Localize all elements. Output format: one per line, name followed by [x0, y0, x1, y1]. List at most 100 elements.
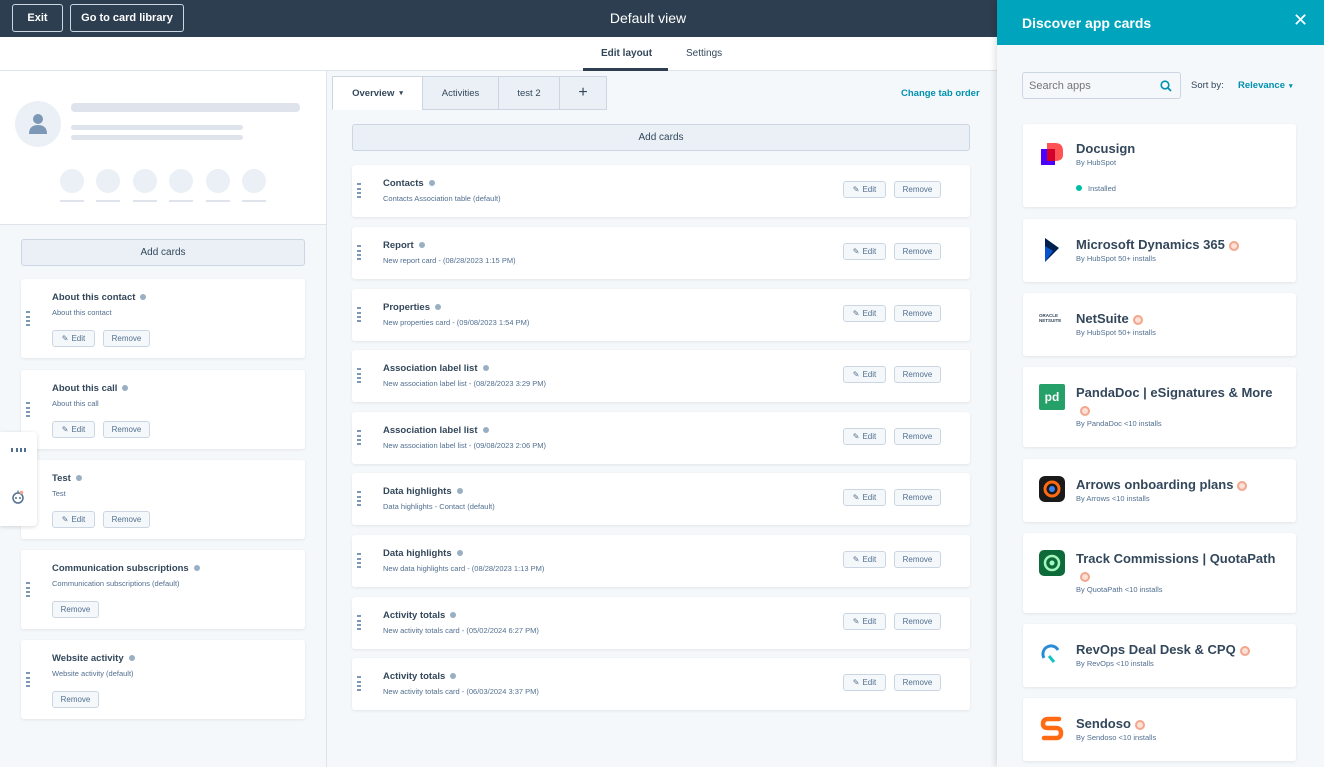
drag-handle[interactable] [357, 553, 361, 568]
certified-badge-icon [1132, 314, 1143, 325]
drag-handle[interactable] [26, 311, 30, 326]
drag-handle[interactable] [26, 402, 30, 417]
drag-handle[interactable] [357, 430, 361, 445]
go-to-card-library-button[interactable]: Go to card library [70, 4, 184, 32]
center-card: Association label list New association l… [352, 350, 970, 402]
remove-button[interactable]: Remove [894, 674, 941, 691]
pencil-icon: ✎ [61, 334, 69, 343]
edit-button[interactable]: ✎ Edit [843, 243, 886, 260]
app-name: Track Commissions | QuotaPath [1076, 550, 1276, 584]
pencil-icon: ✎ [61, 515, 69, 524]
microsoft-dynamics-logo-icon [1045, 238, 1059, 262]
remove-button[interactable]: Remove [894, 366, 941, 383]
card-title: Activity totals [383, 671, 457, 682]
skeleton-line [60, 200, 84, 202]
drag-handle[interactable] [357, 307, 361, 322]
info-icon[interactable] [435, 304, 441, 311]
app-card[interactable]: Microsoft Dynamics 365 By HubSpot 50+ in… [1023, 219, 1296, 282]
drag-handle[interactable] [357, 368, 361, 383]
edit-button[interactable]: ✎ Edit [843, 489, 886, 506]
app-card[interactable]: Track Commissions | QuotaPath By QuotaPa… [1023, 533, 1296, 613]
info-icon[interactable] [456, 550, 463, 557]
info-icon[interactable] [122, 385, 129, 392]
center-card: Report New report card - (08/28/2023 1:1… [352, 227, 970, 279]
app-publisher: By Sendoso <10 installs [1076, 733, 1157, 742]
skeleton-line [206, 200, 230, 202]
info-icon[interactable] [193, 565, 200, 572]
app-card[interactable]: RevOps Deal Desk & CPQ By RevOps <10 ins… [1023, 624, 1296, 687]
drag-handle[interactable] [357, 676, 361, 691]
search-icon[interactable] [1160, 80, 1172, 92]
exit-button[interactable]: Exit [12, 4, 63, 32]
remove-button[interactable]: Remove [52, 691, 99, 708]
drag-handle[interactable] [26, 672, 30, 687]
sort-dropdown[interactable]: Relevance ▾ [1238, 80, 1293, 91]
remove-button[interactable]: Remove [103, 421, 150, 438]
drag-handle[interactable] [26, 582, 30, 597]
pencil-icon: ✎ [852, 432, 860, 441]
drag-handle[interactable] [357, 491, 361, 506]
pencil-icon: ✎ [852, 555, 860, 564]
edit-button[interactable]: ✎ Edit [52, 421, 95, 438]
edit-button[interactable]: ✎ Edit [843, 305, 886, 322]
drag-handle[interactable] [357, 245, 361, 260]
info-icon[interactable] [418, 242, 425, 249]
tab-test-2[interactable]: test 2 [498, 76, 560, 110]
info-icon[interactable] [128, 655, 135, 662]
remove-button[interactable]: Remove [894, 551, 941, 568]
remove-button[interactable]: Remove [894, 243, 941, 260]
info-icon[interactable] [75, 475, 82, 482]
info-icon[interactable] [140, 294, 147, 301]
edit-button[interactable]: ✎ Edit [843, 613, 886, 630]
edit-button[interactable]: ✎ Edit [52, 511, 95, 528]
close-icon[interactable]: ✕ [1293, 10, 1308, 31]
app-name: RevOps Deal Desk & CPQ [1076, 641, 1250, 658]
app-card[interactable]: Docusign By HubSpot Installed [1023, 124, 1296, 207]
center-card: Data highlights New data highlights card… [352, 535, 970, 587]
edit-button[interactable]: ✎ Edit [843, 674, 886, 691]
tab-edit-layout[interactable]: Edit layout [601, 48, 652, 59]
app-card[interactable]: Sendoso By Sendoso <10 installs [1023, 698, 1296, 761]
center-card: Contacts Contacts Association table (def… [352, 165, 970, 217]
info-icon[interactable] [482, 427, 489, 434]
remove-button[interactable]: Remove [894, 181, 941, 198]
remove-button[interactable]: Remove [103, 330, 150, 347]
drag-handle[interactable] [357, 615, 361, 630]
tab-activities[interactable]: Activities [422, 76, 499, 110]
app-card[interactable]: ORACLE NETSUITE NetSuite By HubSpot 50+ … [1023, 293, 1296, 356]
app-publisher: By Arrows <10 installs [1076, 494, 1150, 503]
change-tab-order-link[interactable]: Change tab order [901, 88, 980, 99]
center-card: Association label list New association l… [352, 412, 970, 464]
remove-button[interactable]: Remove [52, 601, 99, 618]
tab-settings[interactable]: Settings [686, 48, 722, 59]
ai-assistant-icon[interactable] [11, 490, 25, 504]
add-cards-button-center[interactable]: Add cards [352, 124, 970, 151]
drag-handle[interactable] [357, 183, 361, 198]
search-input[interactable] [1029, 77, 1154, 95]
app-card[interactable]: Arrows onboarding plans By Arrows <10 in… [1023, 459, 1296, 522]
tab-overview[interactable]: Overview ▾ [332, 76, 423, 110]
remove-button[interactable]: Remove [894, 613, 941, 630]
info-icon[interactable] [482, 365, 489, 372]
pencil-icon: ✎ [852, 309, 860, 318]
info-icon[interactable] [450, 612, 457, 619]
remove-button[interactable]: Remove [894, 428, 941, 445]
grid-icon[interactable] [11, 448, 26, 452]
app-card[interactable]: pd PandaDoc | eSignatures & More By Pand… [1023, 367, 1296, 447]
edit-button[interactable]: ✎ Edit [843, 428, 886, 445]
remove-button[interactable]: Remove [103, 511, 150, 528]
info-icon[interactable] [428, 180, 435, 187]
edit-button[interactable]: ✎ Edit [843, 181, 886, 198]
edit-button[interactable]: ✎ Edit [52, 330, 95, 347]
info-icon[interactable] [450, 673, 457, 680]
add-cards-button-left[interactable]: Add cards [21, 239, 305, 266]
edit-button[interactable]: ✎ Edit [843, 366, 886, 383]
info-icon[interactable] [456, 488, 463, 495]
remove-button[interactable]: Remove [894, 489, 941, 506]
add-tab-button[interactable]: + [559, 76, 607, 110]
remove-button[interactable]: Remove [894, 305, 941, 322]
edit-button[interactable]: ✎ Edit [843, 551, 886, 568]
pencil-icon: ✎ [61, 425, 69, 434]
caret-down-icon: ▾ [1289, 83, 1293, 90]
card-subtitle: Website activity (default) [52, 669, 134, 678]
